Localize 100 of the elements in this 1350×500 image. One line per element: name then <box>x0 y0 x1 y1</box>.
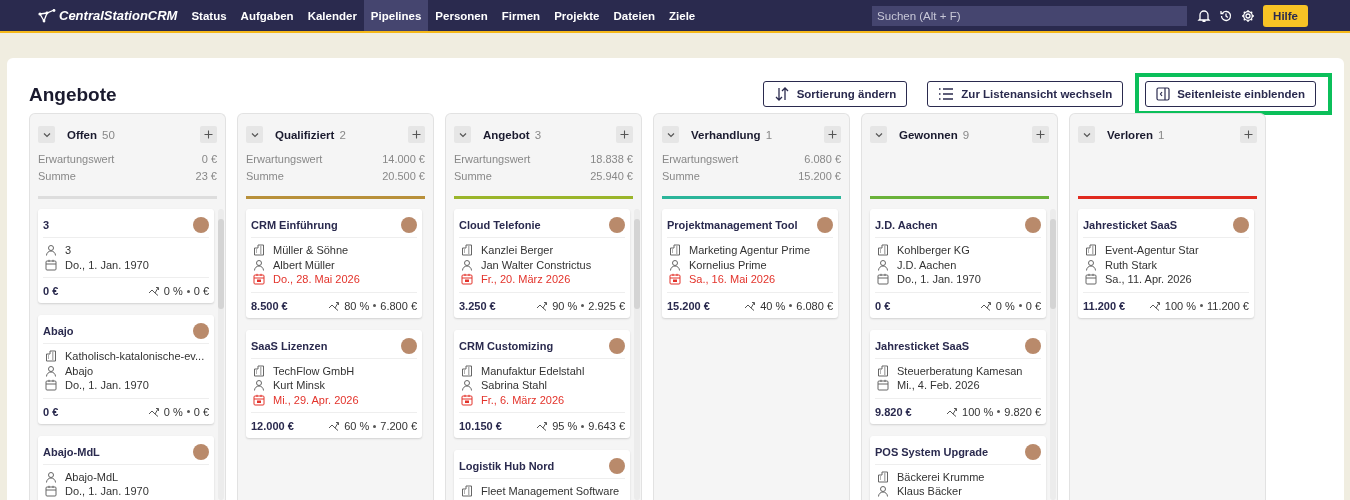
due-date: Do., 1. Jan. 1970 <box>65 257 149 272</box>
add-button[interactable] <box>1032 126 1049 143</box>
deal-card[interactable]: CRM Einführung Müller & Söhne Albert Müller Do., 28. Mai 2026 8.500 € 80 % 6.800 € <box>246 209 422 318</box>
nav-tab[interactable]: Ziele <box>662 0 703 31</box>
toolbar-button[interactable]: Seitenleiste einblenden <box>1145 80 1316 107</box>
deal-count: 2 <box>339 128 346 141</box>
toolbar-button[interactable]: Zur Listenansicht wechseln <box>927 80 1124 107</box>
deal-amount: 3.250 € <box>459 299 496 312</box>
deal-card[interactable]: Jahresticket SaaS Event-Agentur Star Ruth Stark Sa., 11. Apr. 2026 11.200 € 100 % 11.200 € <box>1078 209 1254 318</box>
sidebar-icon <box>1156 86 1171 101</box>
due-date: Mi., 4. Feb. 2026 <box>897 378 980 393</box>
collapse-button[interactable] <box>246 126 263 143</box>
deal-card[interactable]: 3 3 Do., 1. Jan. 1970 0 € 0 % 0 € <box>38 209 214 303</box>
building-icon <box>877 364 889 377</box>
deal-card[interactable]: Cloud Telefonie Kanzlei Berger Jan Walter Constrictus Fr., 20. März 2026 3.250 € 90 % 2.925 € <box>454 209 630 318</box>
deal-title: Jahresticket SaaS <box>875 339 970 352</box>
column-title: Gewonnen <box>899 128 958 141</box>
due-date: Fr., 20. März 2026 <box>481 272 571 287</box>
collapse-button[interactable] <box>38 126 55 143</box>
toolbar-button[interactable]: Sortierung ändern <box>762 80 908 107</box>
deal-card[interactable]: CRM Customizing Manufaktur Edelstahl Sabrina Stahl Fr., 6. März 2026 10.150 € 95 % 9.643 € <box>454 329 630 438</box>
building-icon <box>253 364 265 377</box>
collapse-button[interactable] <box>454 126 471 143</box>
deal-title: Logistik Hub Nord <box>459 460 555 472</box>
nav-tab[interactable]: Projekte <box>547 0 607 31</box>
collapse-button[interactable] <box>870 126 887 143</box>
contact-name: Kurt Minsk <box>273 378 325 393</box>
add-button[interactable] <box>616 126 633 143</box>
weighted-value: 11.200 € <box>1207 299 1249 312</box>
scrollbar[interactable] <box>218 209 224 500</box>
add-button[interactable] <box>408 126 425 143</box>
weighted-value: 6.800 € <box>380 299 417 312</box>
person-icon <box>877 485 889 498</box>
person-icon <box>253 379 265 392</box>
company-name: Fleet Management Software <box>481 484 620 499</box>
nav-tab[interactable]: Pipelines <box>363 0 429 31</box>
nav-tab[interactable]: Firmen <box>494 0 548 31</box>
deal-card[interactable]: Abajo-MdL Abajo-MdL Do., 1. Jan. 1970 <box>38 435 214 500</box>
scrollbar[interactable] <box>1050 209 1056 500</box>
help-button[interactable]: Hilfe <box>1263 4 1308 27</box>
nav-tab[interactable]: Dateien <box>606 0 663 31</box>
chevron-down-icon <box>458 131 467 138</box>
collapse-button[interactable] <box>1078 126 1095 143</box>
sort-icon <box>773 85 790 102</box>
probability: 40 % <box>760 299 786 312</box>
plus-icon <box>1244 130 1253 139</box>
stat-value: 18.838 € <box>590 152 633 167</box>
building-icon <box>45 350 57 363</box>
deal-amount: 8.500 € <box>251 299 288 312</box>
split-arrow-icon <box>536 299 549 312</box>
due-date: Mi., 29. Apr. 2026 <box>273 392 359 407</box>
nav-tab[interactable]: Kalender <box>300 0 364 31</box>
stat-label: Erwartungswert <box>38 152 115 167</box>
collapse-button[interactable] <box>662 126 679 143</box>
stat-label: Erwartungswert <box>662 152 739 167</box>
deal-card[interactable]: SaaS Lizenzen TechFlow GmbH Kurt Minsk Mi., 29. Apr. 2026 12.000 € 60 % 7.200 € <box>246 329 422 438</box>
add-button[interactable] <box>824 126 841 143</box>
nav-tab[interactable]: Aufgaben <box>233 0 301 31</box>
bell-icon[interactable] <box>1197 8 1212 23</box>
add-button[interactable] <box>200 126 217 143</box>
page-title: Angebote <box>29 82 118 106</box>
building-icon <box>253 244 265 257</box>
scrollbar[interactable] <box>634 209 640 500</box>
contact-name: 3 <box>65 243 72 258</box>
add-button[interactable] <box>1240 126 1257 143</box>
stat-value: 15.200 € <box>798 169 841 184</box>
history-icon[interactable] <box>1219 8 1234 23</box>
nav-tab[interactable]: Status <box>184 0 234 31</box>
deal-card[interactable]: POS System Upgrade Bäckerei Krumme Klaus Bäcker <box>870 435 1046 500</box>
contact-name: Abajo <box>65 363 94 378</box>
company-name: Manufaktur Edelstahl <box>481 363 585 378</box>
person-icon <box>461 258 473 271</box>
deal-count: 1 <box>1158 128 1165 141</box>
nav-tab[interactable]: Personen <box>428 0 495 31</box>
chevron-down-icon <box>250 131 259 138</box>
company-name: TechFlow GmbH <box>273 363 355 378</box>
deal-title: J.D. Aachen <box>875 219 938 231</box>
building-icon <box>461 244 473 257</box>
deal-card[interactable]: J.D. Aachen Kohlberger KG J.D. Aachen Do., 1. Jan. 1970 0 € 0 % 0 € <box>870 209 1046 318</box>
deal-card[interactable]: Abajo Katholisch-katalonische-ev... Abajo Do., 1. Jan. 1970 0 € 0 % 0 € <box>38 315 214 424</box>
app-logo[interactable]: CentralStationCRM <box>38 8 178 23</box>
search-field[interactable]: Suchen (Alt + F) <box>872 5 1188 26</box>
plus-icon <box>828 130 837 139</box>
due-date: Do., 28. Mai 2026 <box>273 272 360 287</box>
deal-card[interactable]: Projektmanagement Tool Marketing Agentur Prime Kornelius Prime Sa., 16. Mai 2026 15.200 € 40 % 6.080 € <box>662 209 838 318</box>
person-icon <box>45 470 57 483</box>
deal-card[interactable]: Logistik Hub Nord Fleet Management Software <box>454 450 630 500</box>
weighted-value: 7.200 € <box>380 420 417 432</box>
deal-title: SaaS Lizenzen <box>251 339 328 352</box>
deal-amount: 0 € <box>875 299 891 312</box>
due-date: Sa., 11. Apr. 2026 <box>1105 272 1192 287</box>
weighted-value: 0 € <box>1025 299 1041 312</box>
deal-title: POS System Upgrade <box>875 445 989 458</box>
settings-icon[interactable] <box>1241 8 1256 23</box>
deal-card[interactable]: Jahresticket SaaS Steuerberatung Kamesan Mi., 4. Feb. 2026 9.820 € 100 % 9.820 € <box>870 329 1046 424</box>
avatar <box>817 217 833 233</box>
deal-title: Abajo <box>43 325 74 337</box>
stat-label: Summe <box>38 169 76 184</box>
avatar <box>193 217 209 233</box>
deal-count: 9 <box>962 128 970 141</box>
